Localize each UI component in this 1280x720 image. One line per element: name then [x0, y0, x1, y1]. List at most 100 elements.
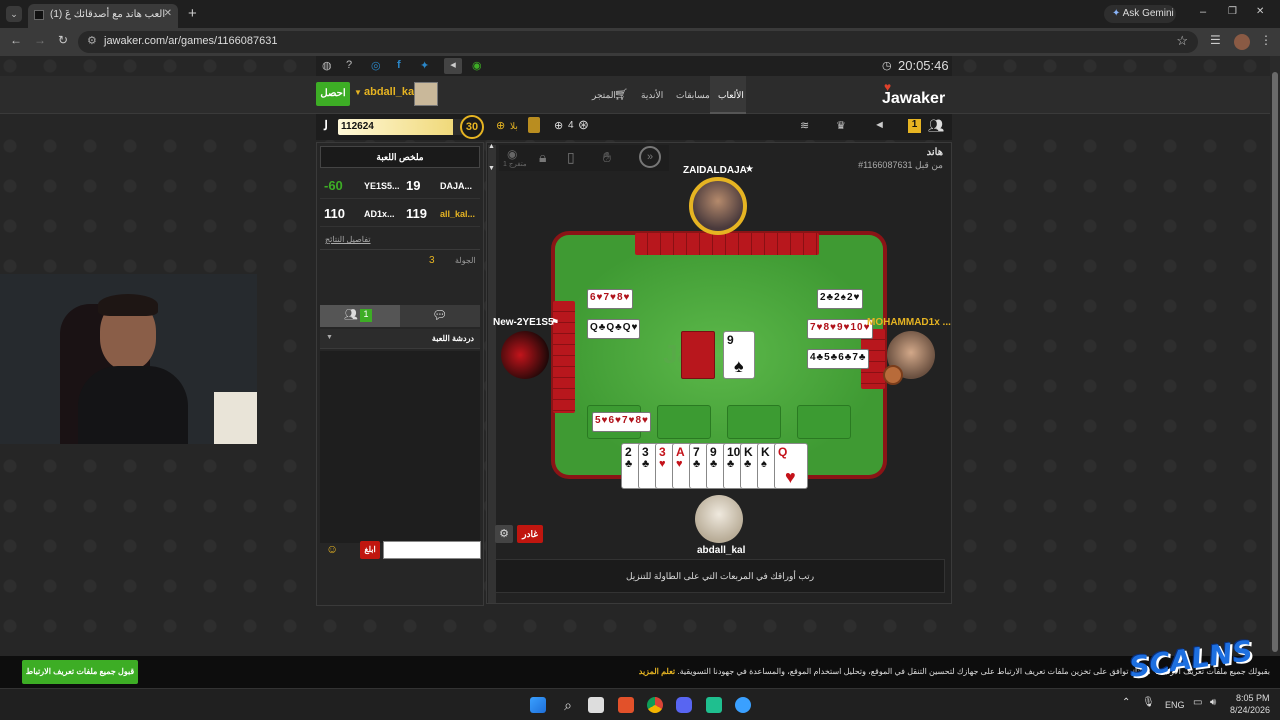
bookmark-star-icon[interactable]: ☆	[1176, 33, 1188, 49]
card-rank: 3	[659, 445, 666, 459]
social-strip: ◍ ? ◎ f ✦ ◂ ◉ ◷ 20:05:46	[316, 56, 952, 76]
top-player-avatar[interactable]	[689, 177, 747, 235]
spectator-count: 1 متفرج	[503, 161, 527, 168]
cookie-learn-more[interactable]: تعلم المزيد	[639, 667, 675, 676]
page-scrollbar[interactable]	[1270, 56, 1280, 656]
skip-forward-icon[interactable]: »	[639, 146, 661, 168]
app-icon-green[interactable]	[706, 697, 722, 713]
meld-slot-4[interactable]	[797, 405, 851, 439]
tab-players[interactable]: 👥︎ 1	[320, 305, 400, 327]
hand-card[interactable]: Q ♥	[774, 443, 808, 489]
nav-tournaments[interactable]: مسابقات	[676, 90, 710, 101]
megaphone-icon[interactable]: ◄	[874, 119, 885, 131]
instagram-icon[interactable]: ◎	[371, 59, 381, 72]
ask-gemini-button[interactable]: ✦ Ask Gemini	[1104, 5, 1176, 23]
add-gems-icon[interactable]: ⊕	[554, 119, 563, 132]
score-title: ملخص اللعبة	[376, 152, 424, 162]
browser-tab-active[interactable]: (1) العب هاند مع أصدقائك عَ ✕	[28, 4, 178, 28]
new-tab-button[interactable]: +	[188, 5, 197, 22]
draw-pile[interactable]	[681, 331, 715, 379]
address-bar[interactable]: ⚙ jawaker.com/ar/games/1166087631 ☆	[78, 31, 1198, 53]
main-navbar: احصل ▼ abdall_kal 🛒︎ المتجر الأندية مساب…	[0, 76, 1280, 114]
minimize-window-button[interactable]: –	[1200, 6, 1206, 18]
sound-icon[interactable]: ◂	[444, 58, 462, 74]
card-rank: 9	[710, 445, 717, 459]
score-details-link[interactable]: تفاصيل النتائج	[325, 235, 371, 244]
scroll-up-icon[interactable]: ▲	[488, 143, 495, 150]
maximize-window-button[interactable]: ❐	[1228, 6, 1237, 17]
trophy-icon[interactable]: ♛	[836, 119, 846, 132]
nav-clubs[interactable]: الأندية	[641, 90, 663, 101]
tab-title: (1) العب هاند مع أصدقائك عَ	[50, 9, 166, 20]
start-menu-icon[interactable]	[530, 697, 546, 713]
network-icon[interactable]: ▭	[1193, 697, 1202, 708]
globe-icon[interactable]: ◍	[322, 59, 332, 72]
friends-icon[interactable]: 👥︎	[928, 118, 945, 134]
emoji-icon[interactable]: ☺	[326, 542, 338, 556]
discard-card[interactable]: 9 ♠	[723, 331, 755, 379]
exit-door-icon[interactable]: ▯	[567, 149, 575, 166]
left-player-name[interactable]: New-2YE1S5	[493, 317, 554, 328]
gesture-icon[interactable]: ✋︎	[603, 149, 611, 166]
browser-menu-icon[interactable]: ⋮	[1260, 33, 1272, 47]
reload-icon[interactable]: ↻	[58, 33, 68, 47]
taskbar-date[interactable]: 8/24/2026	[1230, 705, 1270, 715]
score-header: ملخص اللعبة	[320, 146, 480, 168]
tab-close-icon[interactable]: ✕	[164, 8, 172, 19]
meld-slot-3[interactable]	[727, 405, 781, 439]
notification-badge[interactable]: 1	[908, 119, 921, 133]
help-icon[interactable]: ?	[346, 59, 352, 71]
bottom-player-name[interactable]: abdall_kal	[697, 545, 745, 556]
nav-games-active[interactable]: الألعاب	[710, 76, 746, 114]
discord-icon[interactable]	[676, 697, 692, 713]
store-icon[interactable]	[588, 697, 604, 713]
gamepad-icon[interactable]: ◉	[472, 59, 482, 72]
page-scroll-thumb[interactable]	[1272, 72, 1278, 652]
tab-chat[interactable]: 💬︎	[400, 305, 480, 327]
close-window-button[interactable]: ✕	[1256, 6, 1264, 17]
username-link[interactable]: abdall_kal	[364, 86, 417, 98]
twitter-icon[interactable]: ✦	[420, 59, 429, 72]
language-indicator[interactable]: ENG	[1165, 700, 1185, 710]
round-value: 3	[429, 255, 435, 266]
right-player-name[interactable]: MOHAMMAD1x ...	[867, 317, 951, 328]
settings-button[interactable]: ⚙	[495, 525, 513, 543]
chrome-icon[interactable]	[647, 697, 663, 713]
volume-icon[interactable]: 🔊︎	[1210, 697, 1216, 708]
tab-list-dropdown-icon[interactable]: ⌄	[6, 6, 22, 22]
game-id: #1166087631 من قبل	[858, 160, 943, 170]
tray-chevron-icon[interactable]: ⌃	[1122, 697, 1130, 708]
send-report-button[interactable]: ابلغ	[360, 541, 380, 559]
add-vip-icon[interactable]: ⊕	[496, 119, 505, 132]
media-controls-icon[interactable]: ☰	[1210, 33, 1221, 47]
user-dropdown-icon[interactable]: ▼	[354, 88, 362, 97]
accept-cookies-button[interactable]: قبول جميع ملفات تعريف الارتباط	[22, 660, 138, 684]
url-text: jawaker.com/ar/games/1166087631	[104, 35, 278, 47]
app-icon-blue[interactable]	[735, 697, 751, 713]
profile-avatar[interactable]	[1234, 34, 1250, 50]
taskbar-time[interactable]: 8:05 PM	[1236, 693, 1270, 703]
search-icon[interactable]: ⌕	[560, 697, 576, 713]
bottom-player-avatar[interactable]	[695, 495, 743, 543]
nav-store[interactable]: المتجر	[592, 90, 616, 101]
jawaker-logo[interactable]: ♥ Jawaker	[878, 80, 950, 110]
chat-section-header[interactable]: ▼ دردشة اللعبة	[320, 329, 480, 349]
scroll-down-icon[interactable]: ▼	[488, 165, 495, 172]
mic-icon[interactable]: 🎙︎	[1142, 697, 1155, 708]
facebook-icon[interactable]: f	[397, 59, 401, 71]
forward-arrow-icon[interactable]: →	[34, 33, 46, 47]
top-player-name[interactable]: ZAIDALDAJA	[683, 165, 747, 176]
site-info-icon[interactable]: ⚙	[87, 34, 97, 47]
rss-icon[interactable]: ≋	[800, 119, 809, 132]
left-player-avatar[interactable]	[501, 331, 549, 379]
meld-slot-2[interactable]	[657, 405, 711, 439]
coins-bar[interactable]: 112624	[338, 119, 464, 135]
back-arrow-icon[interactable]: ←	[10, 33, 22, 47]
leave-game-button[interactable]: غادر	[517, 525, 543, 543]
meld-slot-1[interactable]: 5♥6♥7♥8♥	[587, 405, 651, 439]
lock-icon[interactable]: 🔒︎	[539, 149, 546, 166]
brave-icon[interactable]	[618, 697, 634, 713]
get-coins-button[interactable]: احصل	[316, 82, 350, 106]
user-avatar[interactable]	[414, 82, 438, 106]
chat-input[interactable]	[383, 541, 481, 559]
